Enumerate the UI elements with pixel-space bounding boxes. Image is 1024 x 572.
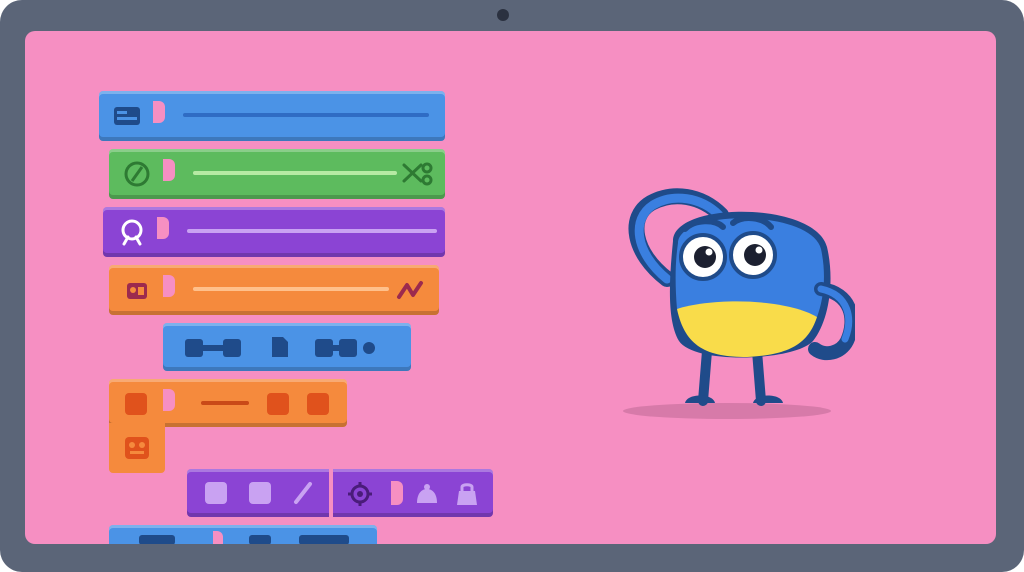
block-notch <box>213 531 223 544</box>
bell-icon <box>413 481 441 507</box>
code-block-events[interactable] <box>109 265 439 315</box>
square-icon <box>249 482 271 504</box>
window-icon <box>113 105 141 127</box>
block-slot-bar <box>183 113 429 117</box>
block-notch <box>157 217 169 239</box>
robot-face-icon <box>123 435 151 461</box>
connector-icon <box>185 337 241 359</box>
code-block-control-loop[interactable] <box>109 379 347 427</box>
face-icon <box>117 217 147 247</box>
block-slot-bar <box>193 171 397 175</box>
block-notch <box>163 389 175 411</box>
block-notch <box>163 275 175 297</box>
block-notch <box>391 481 403 505</box>
figure-icon <box>123 277 151 303</box>
page-icon <box>269 335 291 359</box>
mascot-character[interactable] <box>615 181 855 421</box>
square-icon <box>205 482 227 504</box>
code-block-partial[interactable] <box>109 525 377 544</box>
block-slot <box>299 535 349 544</box>
mascot-shadow <box>623 403 831 419</box>
code-canvas <box>25 31 996 544</box>
block-slot-bar <box>193 287 389 291</box>
target-icon <box>347 481 373 507</box>
bag-icon <box>453 481 481 507</box>
leaf-icon <box>123 161 151 187</box>
code-block-loop-arm <box>109 423 165 473</box>
connector-icon <box>315 337 379 359</box>
camera-dot <box>497 9 509 21</box>
block-slot <box>249 535 271 544</box>
code-block-operators[interactable] <box>187 469 493 517</box>
flag-icon <box>395 277 425 303</box>
scissors-icon <box>401 161 435 187</box>
block-divider <box>329 469 333 517</box>
code-block-motion[interactable] <box>99 91 445 141</box>
block-slot <box>139 535 175 544</box>
square-icon <box>125 393 147 415</box>
square-icon <box>267 393 289 415</box>
mascot-legs <box>698 346 766 406</box>
block-notch <box>153 101 165 123</box>
code-block-looks[interactable] <box>109 149 445 199</box>
pencil-icon <box>291 481 315 505</box>
block-slot-bar <box>187 229 437 233</box>
block-slot-bar <box>201 401 249 405</box>
block-notch <box>163 159 175 181</box>
code-block-sensing[interactable] <box>163 323 411 371</box>
square-icon <box>307 393 329 415</box>
code-block-sound[interactable] <box>103 207 445 257</box>
